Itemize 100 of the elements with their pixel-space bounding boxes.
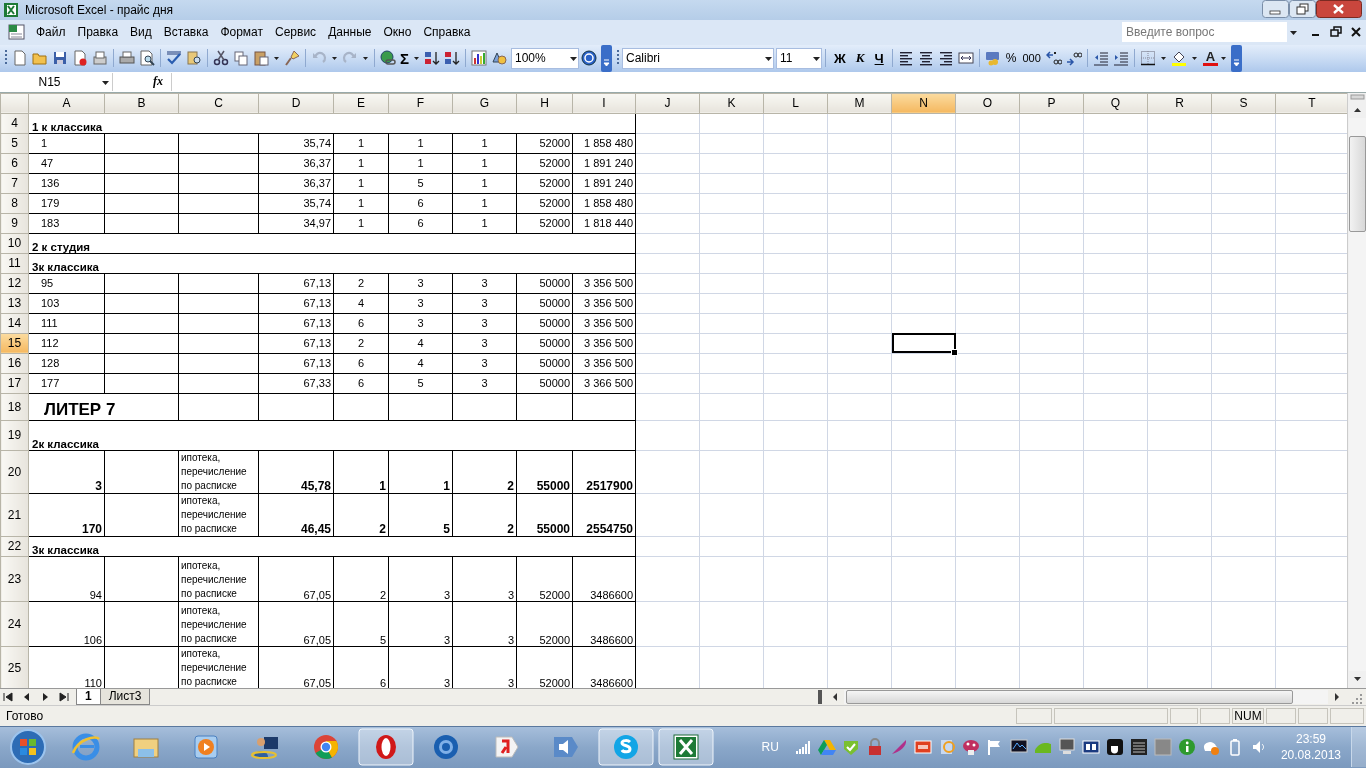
signal-icon[interactable] [793,738,812,757]
row-header[interactable]: 22 [0,536,29,557]
new-document-icon[interactable] [12,50,28,67]
row-header[interactable]: 15 [0,333,29,354]
row-header[interactable]: 23 [0,556,29,602]
opera-icon[interactable] [358,728,414,767]
row-header[interactable]: 4 [0,113,29,134]
font-name-field[interactable]: Calibri [622,47,774,69]
help-icon[interactable] [581,50,597,67]
row-header[interactable]: 18 [0,393,29,421]
shield-check-icon[interactable] [841,738,860,757]
tile-icon[interactable] [1153,738,1172,757]
percent-button[interactable]: % [1002,51,1020,66]
column-header[interactable]: N [891,93,956,114]
row-header[interactable]: 7 [0,173,29,194]
row-header[interactable]: 16 [0,353,29,374]
drawing-icon[interactable] [491,50,507,67]
column-header[interactable]: B [104,93,179,114]
info-icon[interactable] [1177,738,1196,757]
column-header[interactable]: C [178,93,259,114]
underline-button[interactable]: Ч [869,50,889,66]
column-header[interactable]: D [258,93,334,114]
tab-split-handle[interactable] [818,690,822,705]
row-header[interactable]: 11 [0,253,29,274]
column-header[interactable]: A [28,93,105,114]
research-icon[interactable] [186,50,202,67]
menu-item[interactable]: Файл [30,23,72,42]
column-header[interactable]: M [827,93,892,114]
menu-item[interactable]: Данные [322,23,378,42]
display-icon[interactable] [1057,738,1076,757]
row-header[interactable]: 21 [0,493,29,537]
font-size-field[interactable]: 11 [776,47,822,69]
column-header[interactable]: I [572,93,636,114]
bold-button[interactable]: Ж [829,50,851,66]
toolbar-options-icon[interactable] [601,44,612,72]
row-header[interactable]: 8 [0,193,29,214]
close-icon[interactable] [1316,0,1362,18]
toolbar-options-icon[interactable] [1231,44,1243,72]
column-header[interactable]: J [635,93,700,114]
row-header[interactable]: 24 [0,601,29,647]
menu-item[interactable]: Справка [417,23,477,42]
row-header[interactable]: 6 [0,153,29,174]
row-header[interactable]: 17 [0,373,29,394]
column-header[interactable]: E [333,93,389,114]
thousands-button[interactable]: 000 [1019,52,1044,65]
column-header[interactable]: R [1147,93,1212,114]
mushroom-icon[interactable] [961,738,980,757]
paste-icon[interactable] [253,50,269,67]
row-header[interactable]: 9 [0,213,29,234]
print-icon[interactable] [119,50,135,67]
column-header[interactable]: Q [1083,93,1148,114]
restore-icon[interactable] [1289,0,1316,18]
column-header[interactable]: L [763,93,828,114]
menu-item[interactable]: Вид [124,23,158,42]
row-header[interactable]: 13 [0,293,29,314]
font-color-button[interactable]: A [1202,50,1219,66]
menu-item[interactable]: Вставка [157,23,215,42]
borders-icon[interactable] [1139,50,1156,67]
label-icon[interactable] [913,738,932,757]
save-icon[interactable] [52,50,68,67]
decrease-indent-icon[interactable] [1092,50,1109,67]
align-center-icon[interactable] [917,50,934,67]
row-header[interactable]: 5 [0,133,29,154]
zoom-field[interactable]: 100% [511,47,579,69]
row-header[interactable]: 20 [0,450,29,494]
fill-color-icon[interactable] [1170,50,1187,67]
column-header[interactable]: K [699,93,764,114]
menu-item[interactable]: Правка [71,23,125,42]
calculator-icon[interactable] [1129,738,1148,757]
coffee-cup-icon[interactable] [1105,738,1124,757]
autosum-button[interactable]: Σ [398,49,411,67]
increase-decimal-icon[interactable] [1045,50,1062,67]
skype-icon[interactable] [598,728,654,767]
row-header[interactable]: 14 [0,313,29,334]
active-cell[interactable] [891,333,956,354]
menu-item[interactable]: Сервис [269,23,323,42]
column-header[interactable]: G [452,93,517,114]
help-search-field[interactable]: Введите вопрос [1122,22,1287,43]
spelling-check-icon[interactable] [166,50,182,67]
column-header[interactable]: S [1211,93,1276,114]
align-left-icon[interactable] [897,50,914,67]
hyperlink-icon[interactable] [380,50,396,67]
fill-handle[interactable] [951,348,958,356]
row-header[interactable]: 25 [0,646,29,689]
insert-function-button[interactable]: fx [153,74,163,90]
row-header[interactable]: 12 [0,273,29,294]
column-header[interactable]: O [955,93,1020,114]
menu-item[interactable]: Формат [214,23,270,42]
format-painter-icon[interactable] [284,50,300,67]
sort-ascending-icon[interactable] [424,50,440,67]
email-icon[interactable] [92,50,108,67]
sort-descending-icon[interactable] [444,50,460,67]
scroll-thumb[interactable] [1348,135,1366,232]
currency-icon[interactable] [984,50,1001,67]
sheet-tab[interactable]: 1 [76,689,101,706]
align-right-icon[interactable] [937,50,954,67]
row-header[interactable]: 19 [0,420,29,451]
chart-icon[interactable] [471,50,487,67]
excel-icon[interactable] [658,728,714,767]
cut-icon[interactable] [213,50,229,67]
